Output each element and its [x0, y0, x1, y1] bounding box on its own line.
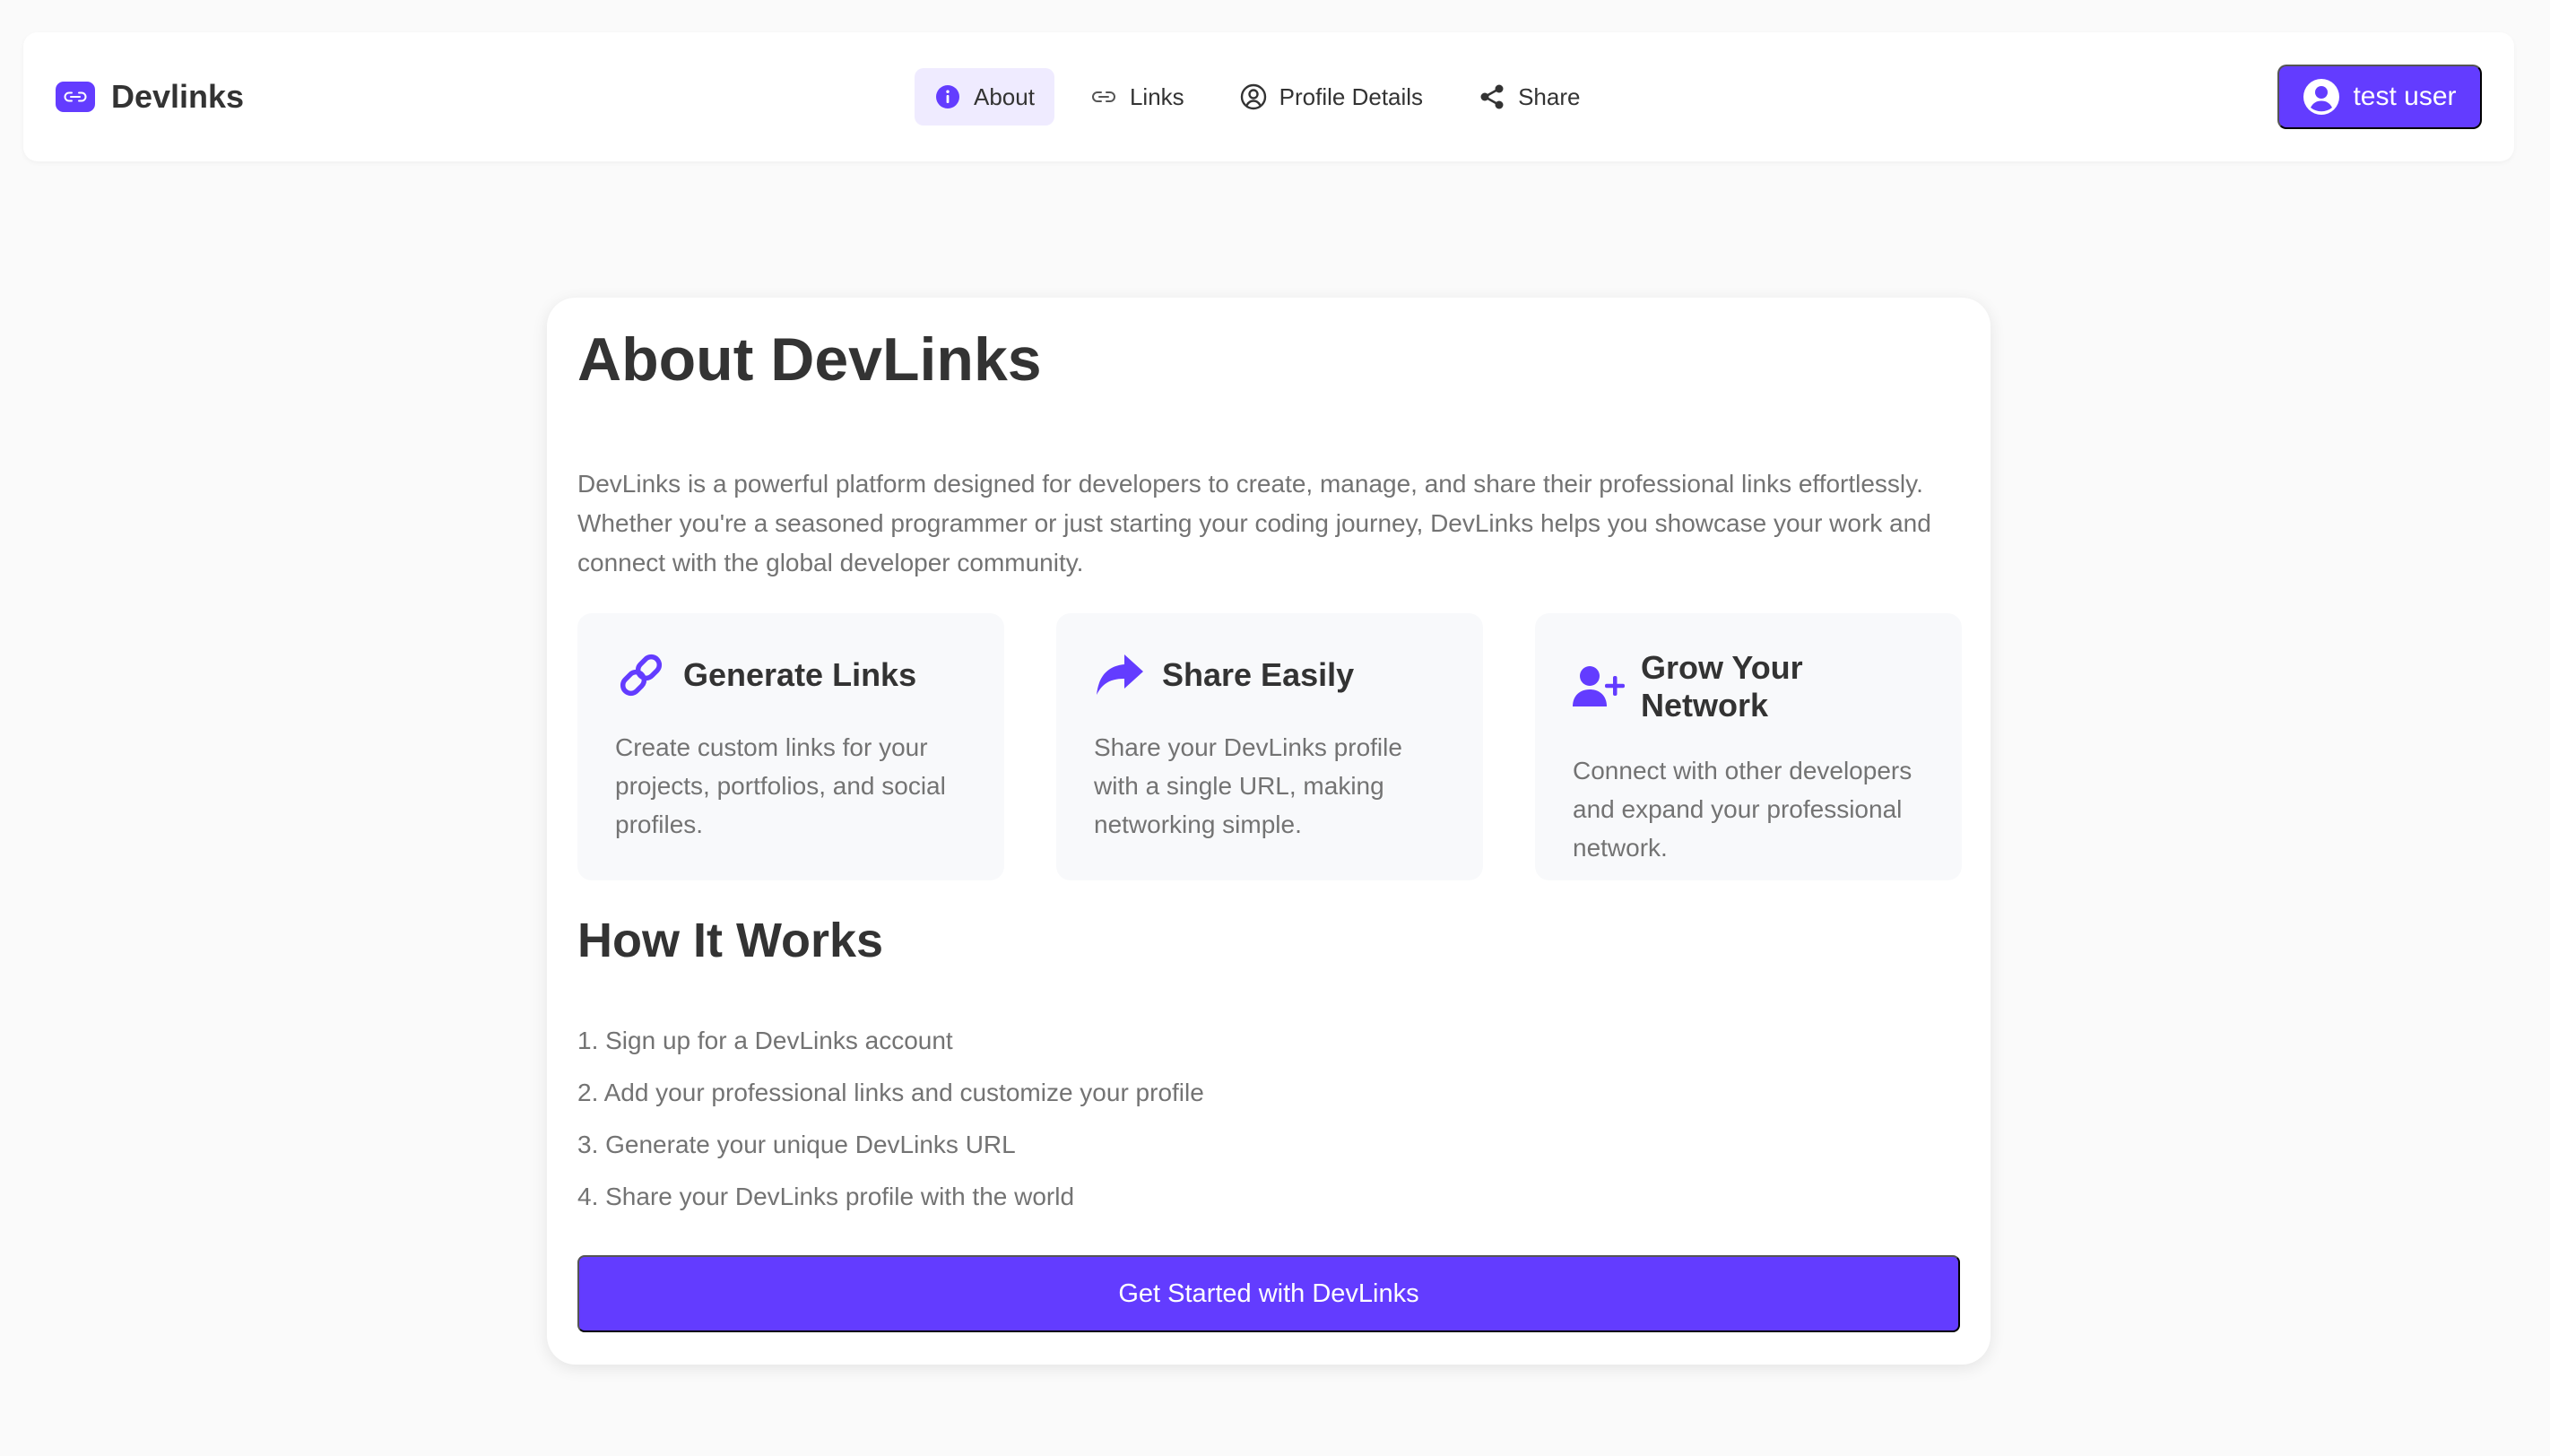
share-arrow-icon: [1094, 649, 1146, 701]
list-item: 4. Share your DevLinks profile with the …: [577, 1183, 1075, 1210]
feature-header: Generate Links: [615, 649, 967, 701]
feature-description: Create custom links for your projects, p…: [615, 733, 946, 838]
intro-text: DevLinks is a powerful platform designed…: [577, 470, 1931, 576]
tab-share[interactable]: Share: [1459, 68, 1600, 126]
share-icon: [1479, 83, 1505, 110]
list-item: 2. Add your professional links and custo…: [577, 1079, 1204, 1106]
brand-name: Devlinks: [111, 78, 245, 115]
tab-label: Profile Details: [1279, 82, 1424, 110]
tab-label: Share: [1518, 82, 1581, 110]
link-icon: [56, 82, 95, 112]
page-title: About DevLinks: [577, 325, 1042, 394]
feature-list: Generate Links Create custom links for y…: [577, 613, 1962, 880]
chain-link-icon: [615, 649, 667, 701]
feature-card: Grow Your Network Connect with other dev…: [1535, 613, 1962, 880]
feature-header: Grow Your Network: [1573, 649, 1924, 724]
feature-header: Share Easily: [1094, 649, 1445, 701]
feature-description: Connect with other developers and expand…: [1573, 757, 1912, 862]
user-plus-icon: [1573, 661, 1625, 713]
tab-about[interactable]: About: [915, 68, 1054, 126]
info-icon: [934, 83, 961, 110]
user-circle-icon: [1240, 83, 1267, 110]
tab-label: About: [974, 82, 1035, 110]
feature-card: Share Easily Share your DevLinks profile…: [1056, 613, 1483, 880]
about-card: About DevLinks DevLinks is a powerful pl…: [547, 298, 1991, 1365]
nav-tabs: About Links Profile Details Share: [915, 68, 1616, 126]
feature-title: Generate Links: [683, 656, 917, 693]
tab-links[interactable]: Links: [1071, 68, 1204, 126]
link-icon: [1090, 83, 1117, 110]
feature-card: Generate Links Create custom links for y…: [577, 613, 1004, 880]
user-name: test user: [2353, 82, 2457, 111]
tab-label: Links: [1129, 82, 1184, 110]
how-it-works-title: How It Works: [577, 914, 884, 967]
user-menu-button[interactable]: test user: [2277, 65, 2482, 129]
brand[interactable]: Devlinks: [56, 32, 244, 161]
tab-profile-details[interactable]: Profile Details: [1220, 68, 1443, 126]
steps-list: 1. Sign up for a DevLinks account 2. Add…: [577, 1015, 1204, 1223]
list-item: 3. Generate your unique DevLinks URL: [577, 1131, 1016, 1158]
feature-title: Grow Your Network: [1641, 649, 1803, 724]
feature-description: Share your DevLinks profile with a singl…: [1094, 733, 1402, 838]
list-item: 1. Sign up for a DevLinks account: [577, 1027, 953, 1054]
get-started-button[interactable]: Get Started with DevLinks: [577, 1255, 1960, 1332]
user-circle-icon: [2303, 78, 2340, 116]
feature-title: Share Easily: [1162, 656, 1355, 693]
top-navbar: Devlinks About Links Profile Details Sha…: [23, 32, 2514, 161]
